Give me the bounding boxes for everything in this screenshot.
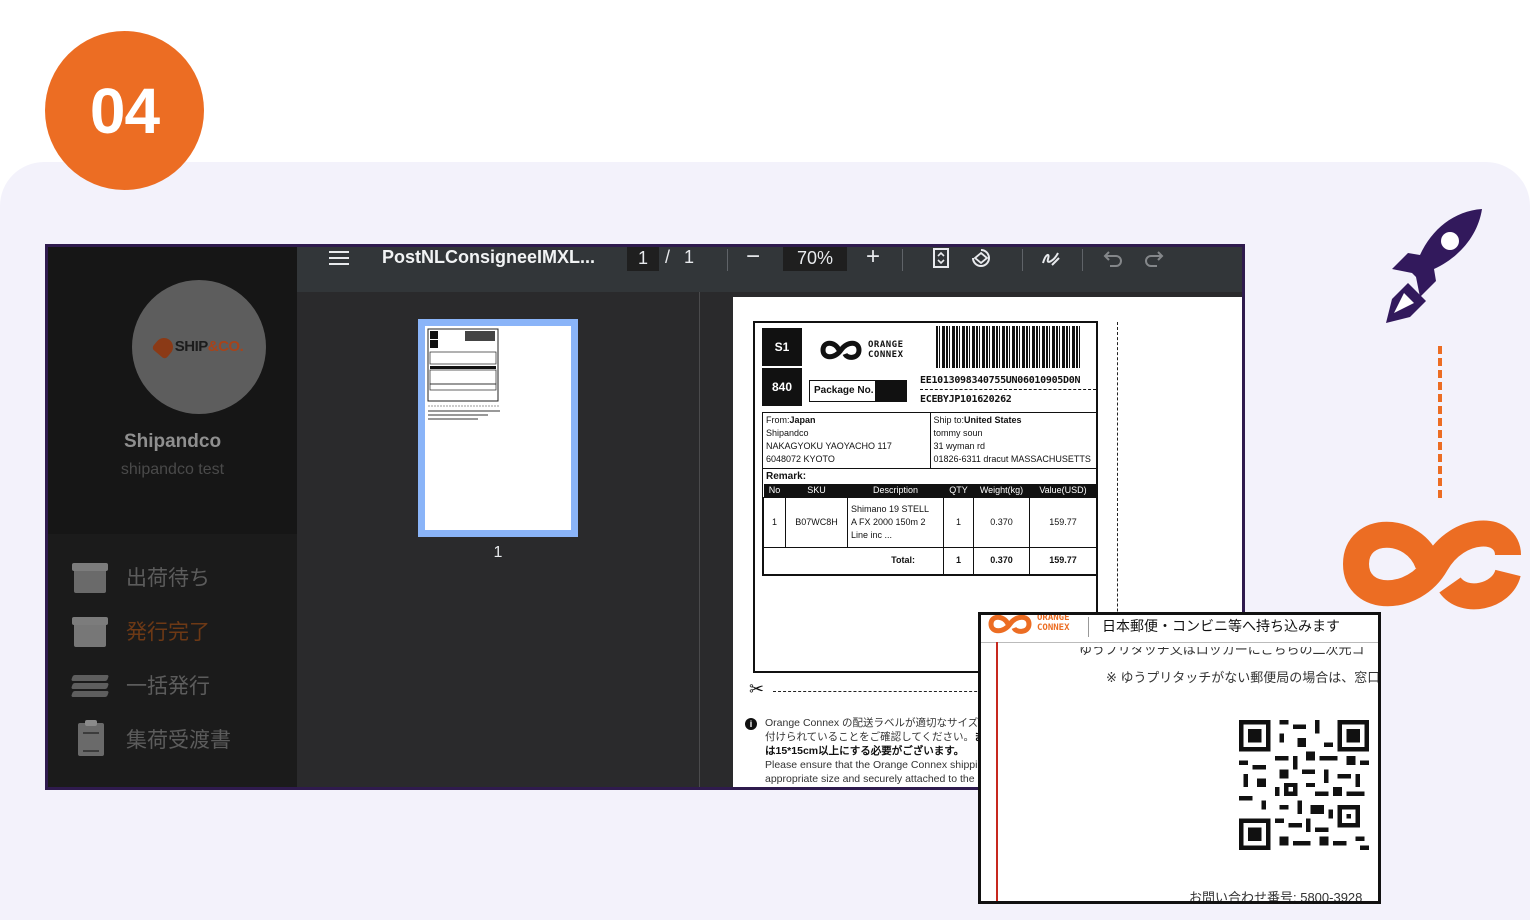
- zoom-card-title: 日本郵便・コンビニ等へ持ち込みます: [1102, 618, 1340, 634]
- sidebar-profile: SHIP&CO. Shipandco shipandco test: [48, 247, 297, 534]
- page-thumbnail[interactable]: [418, 319, 578, 537]
- header-divider: [1088, 617, 1089, 637]
- orange-connex-mark-icon: [988, 615, 1032, 634]
- orange-connex-logo: ORANGE CONNEX: [819, 337, 904, 363]
- sidebar-item-pending[interactable]: 出荷待ち: [70, 557, 210, 597]
- orange-connex-mark-icon: [820, 340, 862, 360]
- orange-connex-logo-icon: [1342, 520, 1521, 610]
- sidebar-item-label: 集荷受渡書: [126, 729, 231, 752]
- remark-label: Remark:: [766, 471, 807, 482]
- hamburger-menu-icon[interactable]: [329, 251, 349, 269]
- inquiry-number: お問い合わせ番号: 5800-3928: [1189, 890, 1363, 904]
- zoom-level-input[interactable]: 70%: [783, 247, 847, 271]
- items-table-block: Remark: No SKU Description QTY Weight(kg…: [762, 469, 1098, 576]
- ship-to-address: Ship to:United States tommy soun 31 wyma…: [929, 413, 1098, 468]
- sidebar-item-label: 発行完了: [126, 621, 210, 644]
- user-subtitle: shipandco test: [120, 461, 225, 478]
- tracking-number-secondary: ECEBYJP101620262: [920, 394, 1012, 405]
- logo-rocket-icon: [151, 334, 177, 360]
- toolbar-divider: [727, 249, 728, 271]
- redo-icon[interactable]: [1143, 247, 1165, 269]
- page-total: 1: [684, 247, 695, 267]
- clipboard-icon: [70, 720, 110, 757]
- items-table: No SKU Description QTY Weight(kg) Value(…: [763, 484, 1097, 575]
- scissors-icon: ✂: [749, 679, 765, 699]
- page-number-input[interactable]: 1: [627, 247, 659, 271]
- red-margin-line: [996, 642, 998, 901]
- fit-page-icon[interactable]: [930, 247, 952, 269]
- toolbar-divider: [1082, 249, 1083, 271]
- barcode: [936, 326, 1082, 368]
- tracking-number: EE1013098340755UN06010905D0N: [920, 375, 1081, 386]
- from-address: From:Japan Shipandco NAKAGYOKU YAOYACHO …: [766, 415, 892, 464]
- label-s1-box: S1: [762, 328, 802, 366]
- thumbnail-page-number: 1: [493, 544, 503, 561]
- info-icon: i: [745, 718, 757, 730]
- pending-box-icon: [70, 559, 110, 595]
- address-block: From:Japan Shipandco NAKAGYOKU YAOYACHO …: [762, 412, 1098, 469]
- undo-icon[interactable]: [1102, 247, 1124, 269]
- qr-code-icon: [1239, 720, 1369, 850]
- file-title: PostNLConsigneeIMXL...: [382, 247, 596, 267]
- zoom-card-header: ORANGE CONNEX 日本郵便・コンビニ等へ持ち込みます: [981, 615, 1378, 643]
- thumbnail-page: [425, 326, 571, 530]
- tracking-divider: [920, 389, 1096, 390]
- thumbnail-preview-graphic: [427, 328, 500, 420]
- sidebar-item-issued[interactable]: 発行完了: [70, 611, 210, 651]
- package-no-box: Package No.: [809, 380, 907, 402]
- zoom-detail-card: ORANGE CONNEX 日本郵便・コンビニ等へ持ち込みます ゆうプリタッチ又は…: [978, 612, 1381, 904]
- thumbnail-pane: 1: [297, 292, 699, 787]
- dashed-connector: [1438, 346, 1442, 498]
- step-number-badge: 04: [45, 31, 204, 190]
- header-rule: [981, 642, 1378, 643]
- sidebar-item-label: 一括発行: [126, 675, 210, 698]
- zoom-out-button[interactable]: −: [746, 247, 760, 269]
- toolbar-divider: [1022, 249, 1023, 271]
- orange-connex-wordmark: ORANGE CONNEX: [1037, 613, 1070, 633]
- pdf-toolbar: PostNLConsigneeIMXL... 1 / 1 − 70% +: [297, 247, 1242, 292]
- toolbar-divider: [902, 249, 903, 271]
- label-code-box: 840: [762, 368, 802, 406]
- rotate-icon[interactable]: [970, 247, 992, 269]
- zoom-in-button[interactable]: +: [866, 247, 880, 269]
- avatar[interactable]: SHIP&CO.: [132, 280, 266, 414]
- user-name: Shipandco: [123, 431, 222, 452]
- sidebar: SHIP&CO. Shipandco shipandco test 出荷待ち 発…: [48, 247, 297, 787]
- sidebar-item-label: 出荷待ち: [126, 567, 210, 590]
- rocket-icon: [1386, 209, 1482, 323]
- sidebar-item-pickup[interactable]: 集荷受渡書: [70, 719, 231, 759]
- issued-box-icon: [70, 613, 110, 649]
- table-row: 1 B07WC8H Shimano 19 STELL A FX 2000 150m…: [763, 496, 1097, 548]
- instruction-note: ※ ゆうプリタッチがない郵便局の場合は、窓口担当: [1106, 670, 1381, 685]
- page-separator: /: [665, 247, 671, 267]
- annotate-pen-icon[interactable]: [1040, 247, 1062, 269]
- table-total-row: Total: 1 0.370 159.77: [763, 546, 1097, 575]
- sidebar-item-bulk[interactable]: 一括発行: [70, 665, 210, 705]
- bulk-stack-icon: [70, 667, 110, 703]
- shipandco-logo: SHIP&CO.: [151, 334, 244, 360]
